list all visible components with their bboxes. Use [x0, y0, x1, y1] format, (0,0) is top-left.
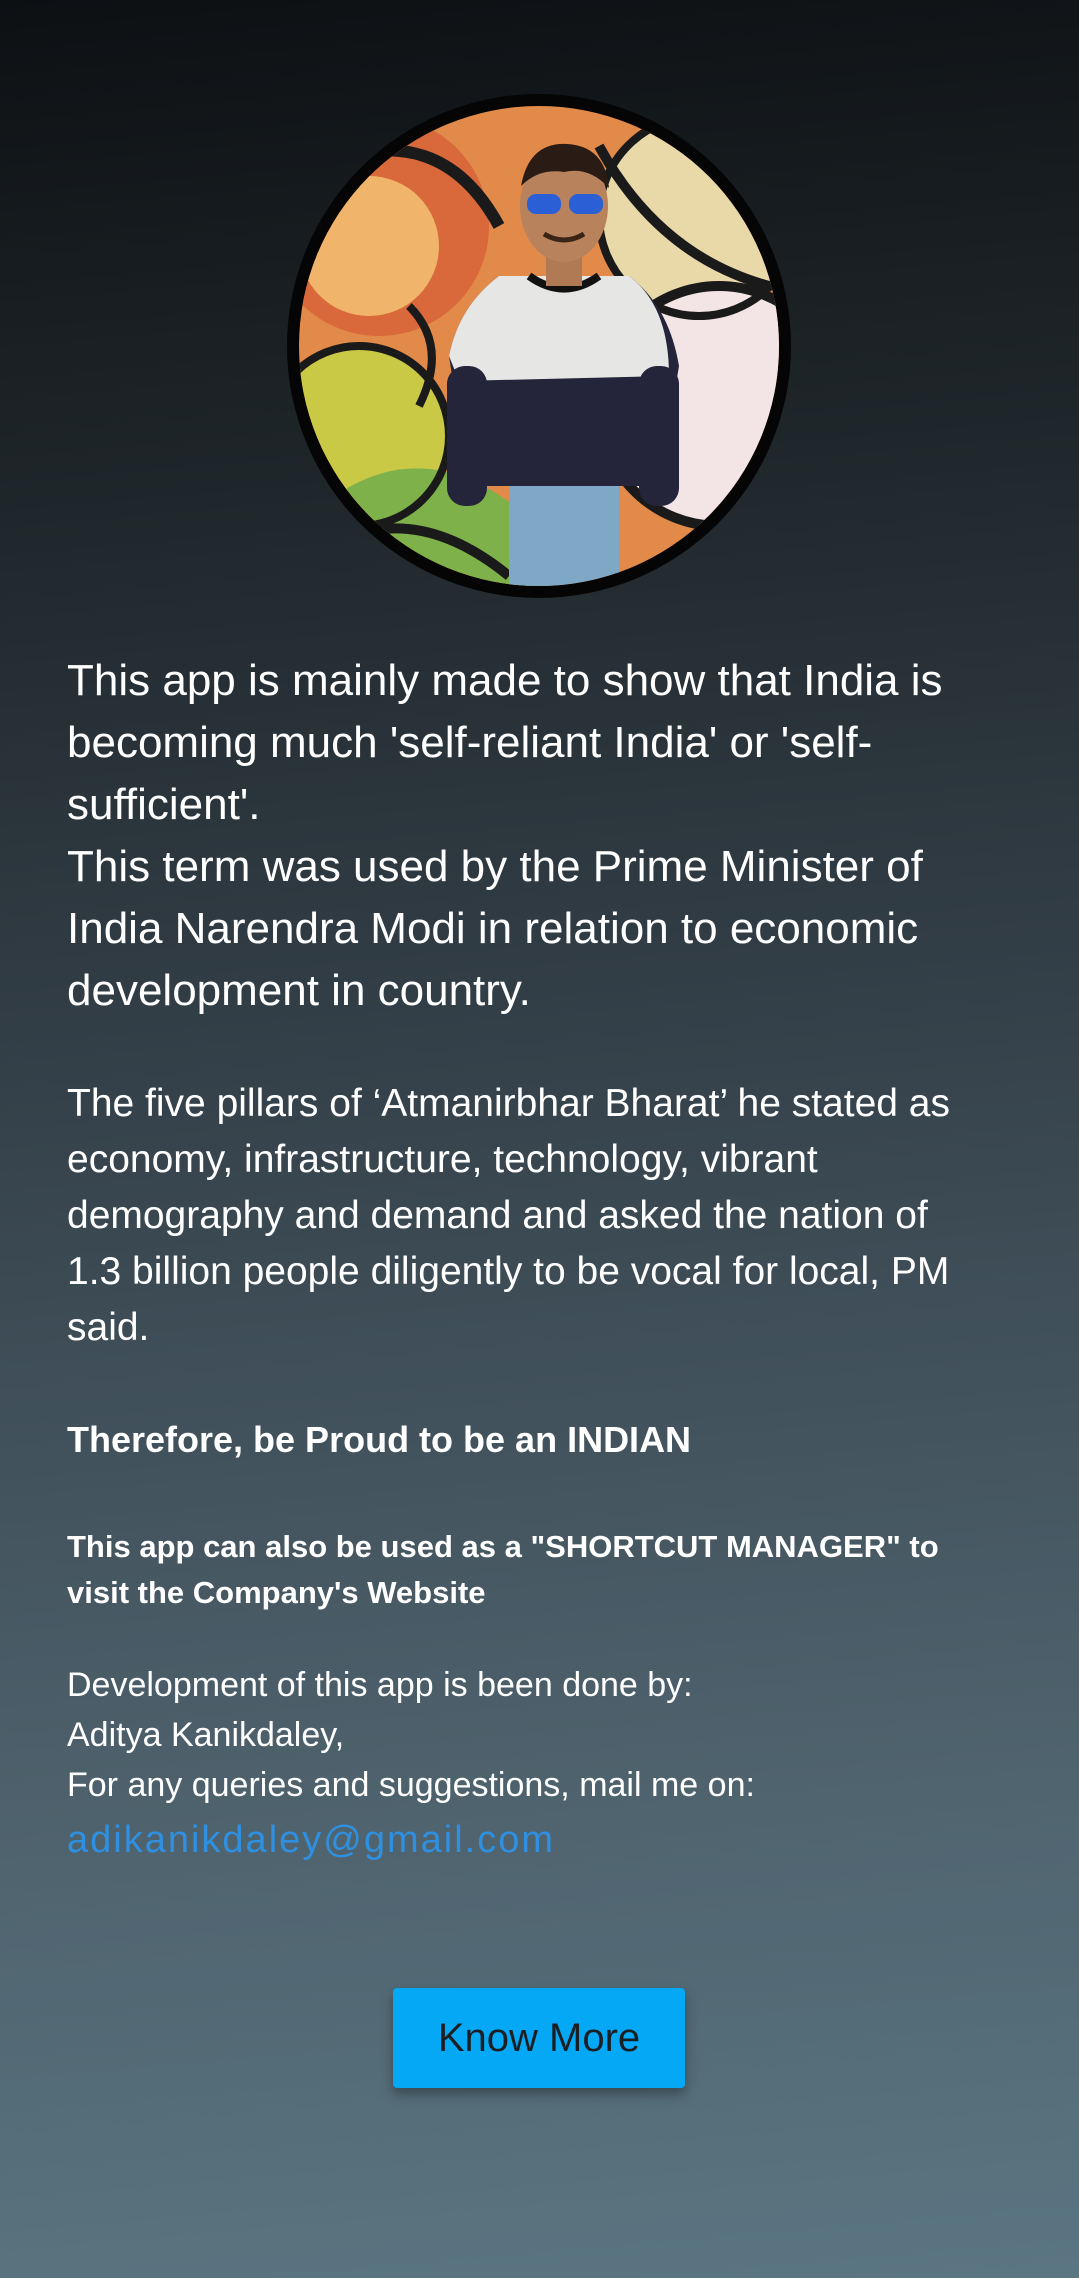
shortcut-line: This app can also be used as a "SHORTCUT… [67, 1529, 939, 1564]
pillars-line: said. [67, 1306, 150, 1349]
intro-line: becoming much 'self-reliant India' or 's… [67, 718, 873, 767]
developer-credit: Development of this app is been done by: [67, 1666, 693, 1704]
shortcut-note: This app can also be used as a "SHORTCUT… [67, 1524, 1017, 1616]
proud-heading: Therefore, be Proud to be an INDIAN [67, 1419, 692, 1460]
pillars-line: 1.3 billion people diligently to be voca… [67, 1250, 950, 1293]
intro-paragraph: This app is mainly made to show that Ind… [67, 650, 1017, 1022]
intro-line: sufficient'. [67, 780, 261, 829]
intro-line: This app is mainly made to show that Ind… [67, 656, 943, 705]
pillars-line: demography and demand and asked the nati… [67, 1194, 928, 1237]
email-link[interactable]: adikanikdaley@gmail.com [67, 1812, 555, 1868]
avatar [299, 106, 779, 586]
intro-line: This term was used by the Prime Minister… [67, 842, 923, 891]
know-more-button[interactable]: Know More [393, 1988, 685, 2088]
pillars-line: economy, infrastructure, technology, vib… [67, 1138, 818, 1181]
contact-prompt: For any queries and suggestions, mail me… [67, 1766, 755, 1804]
avatar-photo [299, 106, 779, 586]
pillars-line: The five pillars of ‘Atmanirbhar Bharat’… [67, 1082, 950, 1125]
about-content: This app is mainly made to show that Ind… [67, 650, 1017, 1868]
developer-info: Development of this app is been done by:… [67, 1660, 1017, 1868]
intro-line: development in country. [67, 966, 531, 1015]
intro-line: India Narendra Modi in relation to econo… [67, 904, 919, 953]
developer-name: Aditya Kanikdaley, [67, 1716, 345, 1754]
pillars-paragraph: The five pillars of ‘Atmanirbhar Bharat’… [67, 1076, 1017, 1356]
shortcut-line: visit the Company's Website [67, 1575, 486, 1610]
about-screen: This app is mainly made to show that Ind… [0, 0, 1079, 2278]
avatar-frame [287, 94, 791, 598]
